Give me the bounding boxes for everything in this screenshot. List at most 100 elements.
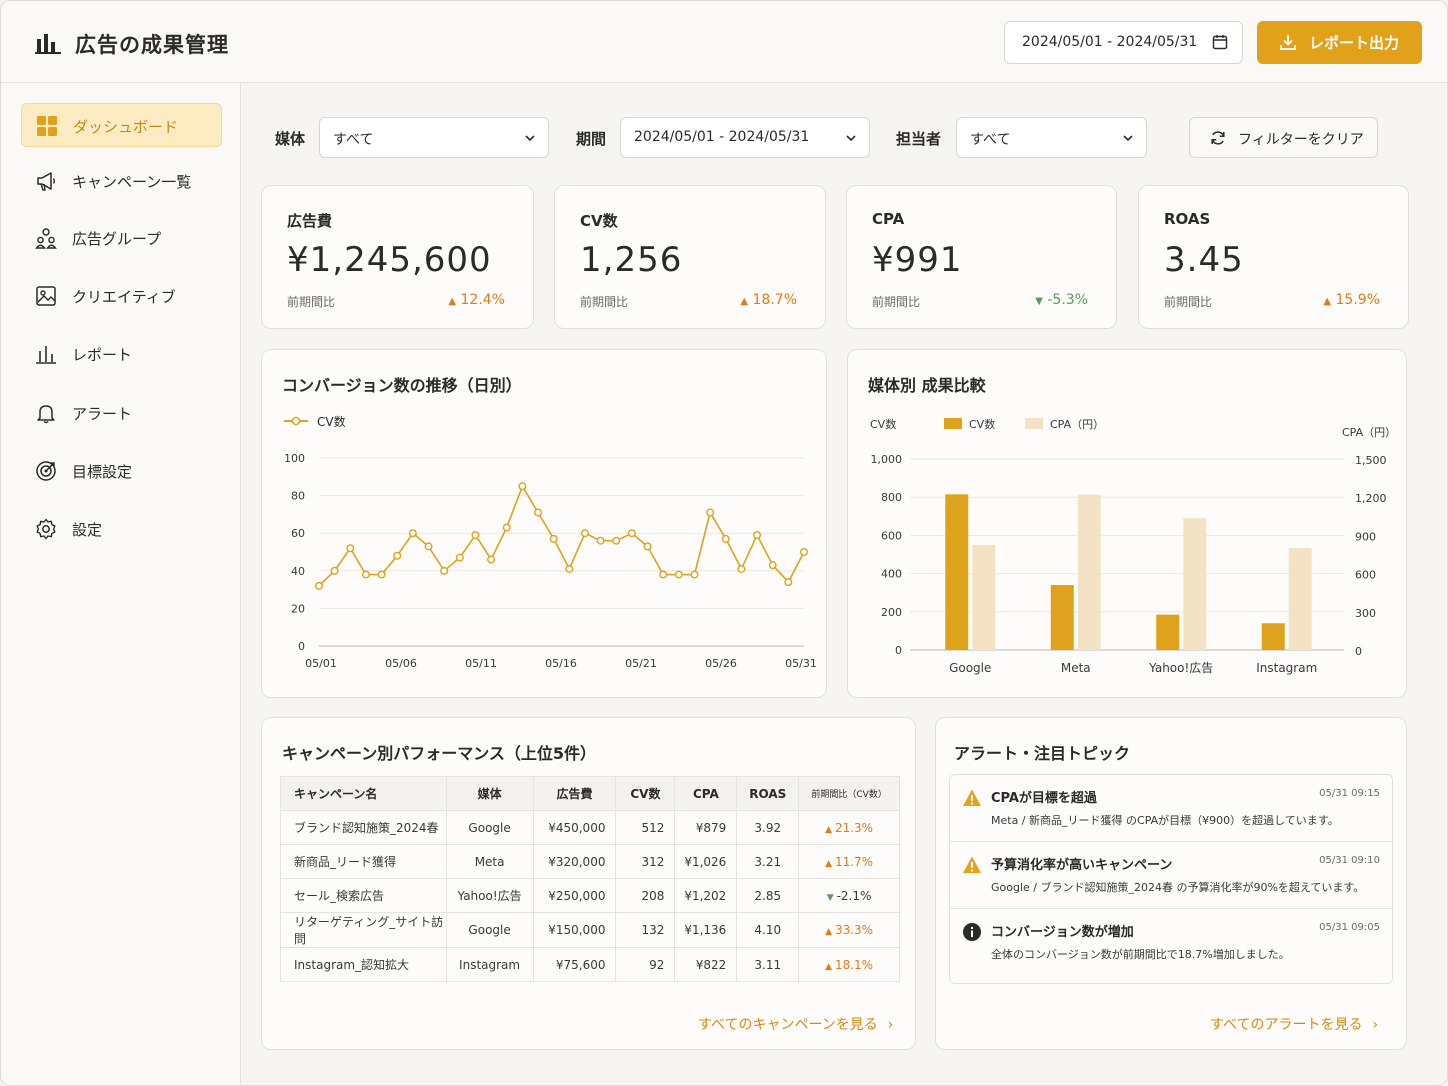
clear-filters-button[interactable]: フィルターをクリア <box>1189 117 1378 158</box>
col-header[interactable]: キャンペーン名 <box>280 776 447 811</box>
app-title: 広告の成果管理 <box>75 33 229 57</box>
cell-cv: 512 <box>615 810 676 845</box>
col-header[interactable]: 前期間比（CV数） <box>798 776 900 811</box>
export-label: レポート出力 <box>1309 34 1400 52</box>
sidebar-item-alerts[interactable]: アラート <box>21 391 222 435</box>
alert-list: CPAが目標を超過 05/31 09:15 Meta / 新商品_リード獲得 の… <box>949 774 1394 984</box>
table-row[interactable]: リターゲティング_サイト訪問 Google ¥150,000 132 ¥1,136 4.1… <box>280 912 900 948</box>
data-point <box>596 536 605 545</box>
kpi-delta: ▼ -5.3% <box>1035 292 1088 308</box>
col-header[interactable]: ROAS <box>736 776 800 811</box>
bar-cpa <box>1077 494 1101 650</box>
legend-label: CPA（円） <box>1050 418 1104 431</box>
y2-tick-label: 900 <box>1355 530 1376 543</box>
header-date-range[interactable]: 2024/05/01 - 2024/05/31 <box>1004 21 1243 64</box>
bar-cv <box>945 494 969 650</box>
group-icon <box>35 228 57 249</box>
x-tick-label: Google <box>949 661 991 675</box>
y-axis-title: CV数 <box>870 418 896 431</box>
col-header[interactable]: CPA <box>674 776 738 811</box>
alert-item[interactable]: コンバージョン数が増加 05/31 09:05 全体のコンバージョン数が前期間比… <box>950 909 1394 976</box>
cell-media: Google <box>445 810 534 845</box>
kpi-card-cpa: CPA ¥991 前期間比 ▼ -5.3% <box>846 185 1117 329</box>
data-point <box>784 578 793 587</box>
cv-trend-chart: CV数 0 20 40 60 80 100 05/01 05/06 05/11 05/16 05/21… <box>284 414 817 670</box>
download-icon <box>1280 35 1296 50</box>
alert-item[interactable]: 予算消化率が高いキャンペーン 05/31 09:10 Google / ブランド… <box>950 842 1394 909</box>
sidebar-item-goals[interactable]: 目標設定 <box>21 449 222 493</box>
view-all-campaigns-link[interactable]: すべてのキャンペーンを見る › <box>698 1014 893 1034</box>
data-point <box>393 551 402 560</box>
period-select[interactable]: 2024/05/01 - 2024/05/31 <box>620 117 870 158</box>
data-point <box>753 531 762 540</box>
media-filter-label: 媒体 <box>275 130 306 148</box>
col-header[interactable]: CV数 <box>615 776 676 811</box>
sidebar-item-ad-groups[interactable]: 広告グループ <box>21 216 222 260</box>
cell-media: Meta <box>445 844 534 879</box>
cell-media: Instagram <box>445 947 534 982</box>
view-all-alerts-link[interactable]: すべてのアラートを見る › <box>1210 1014 1378 1034</box>
y-tick-label: 0 <box>298 640 305 653</box>
sidebar-item-reports[interactable]: レポート <box>21 332 222 376</box>
table-row[interactable]: セール_検索広告 Yahoo!広告 ¥250,000 208 ¥1,202 2.85 ▼ -… <box>280 878 900 913</box>
cell-cpa: ¥879 <box>674 810 738 845</box>
chevron-right-icon: › <box>887 1017 894 1033</box>
alerts-title: アラート・注目トピック <box>954 744 1131 763</box>
col-header[interactable]: 広告費 <box>532 776 617 811</box>
data-point <box>690 570 699 579</box>
data-point <box>659 570 668 579</box>
export-report-button[interactable]: レポート出力 <box>1257 21 1422 64</box>
campaign-table: キャンペーン名 媒体 広告費 CV数 CPA ROAS 前期間比（CV数） ブラ… <box>280 776 900 982</box>
table-row[interactable]: ブランド認知施策_2024春 Google ¥450,000 512 ¥879 3.92 ▲… <box>280 810 900 845</box>
triangle-up-icon: ▲ <box>825 858 835 869</box>
data-point <box>502 523 511 532</box>
x-tick-label: Instagram <box>1256 661 1317 675</box>
kpi-sub: 前期間比 <box>872 295 921 309</box>
sidebar-item-label: 設定 <box>72 521 103 539</box>
sidebar-item-settings[interactable]: 設定 <box>21 507 222 551</box>
triangle-up-icon: ▲ <box>825 961 835 972</box>
col-header[interactable]: 媒体 <box>445 776 534 811</box>
bar-cv <box>1050 585 1074 650</box>
sidebar-item-dashboard[interactable]: ダッシュボード <box>21 103 222 147</box>
sidebar-item-campaigns[interactable]: キャンペーン一覧 <box>21 159 222 203</box>
kpi-label: CPA <box>872 210 905 228</box>
media-select-value: すべて <box>333 132 374 148</box>
cell-roas: 4.10 <box>736 912 800 948</box>
sidebar-item-creatives[interactable]: クリエイティブ <box>21 274 222 318</box>
period-select-value: 2024/05/01 - 2024/05/31 <box>634 129 810 145</box>
data-point <box>721 534 730 543</box>
bar-cv <box>1156 614 1180 650</box>
triangle-up-icon: ▲ <box>825 927 835 937</box>
cell-cpa: ¥822 <box>674 947 738 982</box>
cell-spend: ¥150,000 <box>532 912 617 948</box>
cell-name: ブランド認知施策_2024春 <box>280 810 447 845</box>
data-point <box>580 529 589 538</box>
data-point <box>346 544 355 553</box>
kpi-card-cv: CV数 1,256 前期間比 ▲ 18.7% <box>554 185 826 329</box>
campaign-table-title: キャンペーン別パフォーマンス（上位5件） <box>282 744 597 763</box>
table-row[interactable]: Instagram_認知拡大 Instagram ¥75,600 92 ¥822 3.11… <box>280 947 900 982</box>
cell-spend: ¥250,000 <box>532 878 617 913</box>
data-point <box>612 536 621 545</box>
cell-roas: 3.21 <box>736 844 800 879</box>
alert-item[interactable]: CPAが目標を超過 05/31 09:15 Meta / 新商品_リード獲得 の… <box>950 775 1394 842</box>
owner-select[interactable]: すべて <box>956 117 1147 158</box>
cell-name: 新商品_リード獲得 <box>280 844 447 879</box>
data-point <box>315 581 324 590</box>
y-tick-label: 100 <box>284 452 305 465</box>
data-point <box>455 553 464 562</box>
sidebar: ダッシュボード キャンペーン一覧 広告グループ クリエイティブ レポート アラー… <box>1 83 241 1085</box>
cell-name: Instagram_認知拡大 <box>280 947 447 982</box>
cell-spend: ¥75,600 <box>532 947 617 982</box>
chevron-down-icon <box>846 135 856 142</box>
table-row[interactable]: 新商品_リード獲得 Meta ¥320,000 312 ¥1,026 3.21 ▲ 11.7… <box>280 844 900 879</box>
cv-trend-card: コンバージョン数の推移（日別） CV数 0 20 40 60 80 100 05/01 05/0… <box>261 349 827 698</box>
gear-icon <box>36 518 56 540</box>
y-tick-label: 40 <box>291 565 305 578</box>
media-select[interactable]: すべて <box>319 117 549 158</box>
y2-tick-label: 0 <box>1355 645 1362 658</box>
y-tick-label: 60 <box>291 527 305 540</box>
alert-desc: Google / ブランド認知施策_2024春 の予算消化率が90%を超えていま… <box>991 881 1365 894</box>
data-point <box>330 566 339 575</box>
